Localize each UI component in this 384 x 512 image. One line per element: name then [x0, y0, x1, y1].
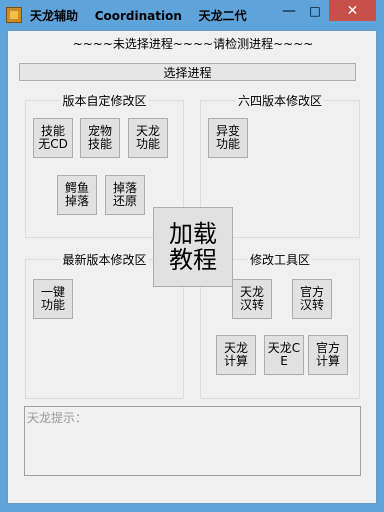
tianlong-function-button[interactable]: 天龙功能	[128, 118, 168, 158]
tianlong-calc-button[interactable]: 天龙计算	[216, 335, 256, 375]
select-process-button[interactable]: 选择进程	[19, 63, 356, 81]
close-button[interactable]: ✕	[329, 0, 376, 21]
group-latest-title: 最新版本修改区	[60, 253, 149, 267]
maximize-button[interactable]: □	[302, 0, 328, 21]
group-v64-title: 六四版本修改区	[235, 94, 324, 108]
pet-skill-button[interactable]: 宠物技能	[80, 118, 120, 158]
crocodile-drop-button[interactable]: 鳄鱼掉落	[57, 175, 97, 215]
title-bar[interactable]: 天龙辅助 Coordination 天龙二代 — □ ✕	[0, 0, 384, 30]
tianlong-han-convert-button[interactable]: 天龙汉转	[232, 279, 272, 319]
official-han-convert-button[interactable]: 官方汉转	[292, 279, 332, 319]
official-calc-button[interactable]: 官方计算	[308, 335, 348, 375]
hint-box[interactable]: 天龙提示：	[24, 406, 361, 476]
group-tools-title: 修改工具区	[247, 253, 312, 267]
app-window: 天龙辅助 Coordination 天龙二代 — □ ✕ ~~~~未选择进程~~…	[0, 0, 384, 512]
one-click-function-button[interactable]: 一键功能	[33, 279, 73, 319]
client-area: ~~~~未选择进程~~~~请检测进程~~~~ 选择进程 版本自定修改区 技能无C…	[7, 30, 377, 504]
hint-label: 天龙提示：	[27, 411, 88, 425]
window-title: 天龙辅助 Coordination 天龙二代	[30, 9, 247, 23]
status-text: ~~~~未选择进程~~~~请检测进程~~~~	[72, 37, 314, 51]
skill-no-cd-button[interactable]: 技能无CD	[33, 118, 73, 158]
group-custom-title: 版本自定修改区	[60, 94, 149, 108]
drop-restore-button[interactable]: 掉落还原	[105, 175, 145, 215]
load-tutorial-button[interactable]: 加载教程	[153, 207, 233, 287]
mutation-function-button[interactable]: 异变功能	[208, 118, 248, 158]
app-icon	[6, 7, 22, 23]
tianlong-ce-button[interactable]: 天龙CE	[264, 335, 304, 375]
minimize-button[interactable]: —	[276, 0, 302, 21]
